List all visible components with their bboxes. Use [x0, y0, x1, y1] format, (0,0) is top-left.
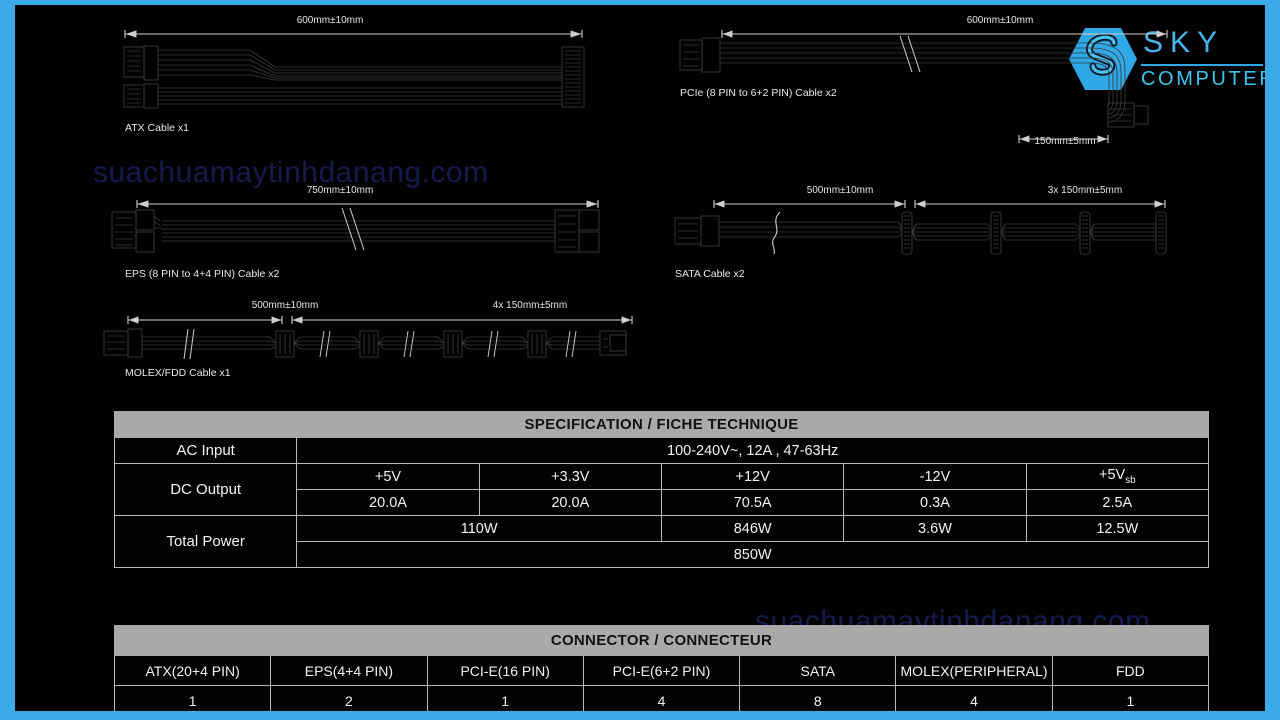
- rail-power: 3.6W: [843, 515, 1027, 542]
- dimension-label: 150mm±5mm: [1034, 136, 1096, 147]
- connector-table-title: CONNECTOR / CONNECTEUR: [114, 625, 1209, 656]
- rail-name: +3.3V: [478, 463, 662, 490]
- cable-label: PCIe (8 PIN to 6+2 PIN) Cable x2: [680, 87, 837, 99]
- connector-table-header-row: CONNECTOR / CONNECTEUR: [114, 625, 1209, 656]
- spec-row-ac-input: AC Input 100-240V~, 12A , 47-63Hz: [113, 437, 1209, 464]
- cable-label: ATX Cable x1: [125, 122, 189, 134]
- molex-fdd-cable-drawing: [103, 316, 633, 360]
- rail-current: 20.0A: [478, 489, 662, 516]
- rail-name-main: +5V: [1099, 467, 1126, 484]
- cable-diagram-atx: 600mm±10mm ATX Cable x1: [100, 10, 620, 135]
- connector-count: 4: [895, 685, 1053, 711]
- connector-column-header: PCI-E(6+2 PIN): [582, 655, 741, 686]
- rail-current: 0.3A: [843, 489, 1027, 516]
- cable-diagram-molex-fdd: 500mm±10mm 4x 150mm±5mm MOLEX/FDD Cable …: [100, 295, 670, 395]
- connector-column-header: FDD: [1051, 655, 1210, 686]
- total-power-label: Total Power: [113, 515, 298, 568]
- connector-count: 1: [113, 685, 272, 711]
- spec-row-rail-power: Total Power 110W 846W 3.6W 12.5W: [113, 515, 1210, 568]
- cable-diagram-pcie: 600mm±10mm PCIe (8 PIN to 6+2 PIN) Cable…: [670, 10, 1210, 155]
- connector-count: 1: [426, 685, 584, 711]
- spec-row-dc-rails: DC Output +5V +3.3V +12V -12V +5Vsb: [113, 463, 1210, 516]
- cable-label: SATA Cable x2: [675, 268, 745, 280]
- connector-column-header: PCI-E(16 PIN): [426, 655, 584, 686]
- rail-power: 12.5W: [1025, 515, 1210, 542]
- connector-count: 8: [739, 685, 897, 711]
- connector-column-header: SATA: [739, 655, 897, 686]
- grand-total-power-value: 850W: [296, 541, 1209, 568]
- connector-count: 4: [582, 685, 741, 711]
- connector-column-header: MOLEX(PERIPHERAL): [895, 655, 1053, 686]
- atx-cable-drawing: [123, 30, 585, 109]
- connector-count: 2: [270, 685, 428, 711]
- spec-table-title: SPECIFICATION / FICHE TECHNIQUE: [114, 411, 1209, 438]
- connector-column-header: ATX(20+4 PIN): [113, 655, 272, 686]
- rail-name: +12V: [660, 463, 845, 490]
- connector-count: 1: [1051, 685, 1210, 711]
- rail-current: 2.5A: [1025, 489, 1210, 516]
- rail-current: 70.5A: [660, 489, 845, 516]
- cable-diagram-sata: 500mm±10mm 3x 150mm±5mm SATA Cable x2: [670, 180, 1190, 285]
- dc-output-label: DC Output: [113, 463, 298, 516]
- rail-name: +5V: [296, 463, 480, 490]
- cable-label: MOLEX/FDD Cable x1: [125, 367, 231, 379]
- cable-label: EPS (8 PIN to 4+4 PIN) Cable x2: [125, 268, 280, 280]
- sata-cable-drawing: [674, 200, 1167, 255]
- cable-diagram-eps: 750mm±10mm EPS (8 PIN to 4+4 PIN) Cable …: [100, 180, 620, 285]
- spec-table-header-row: SPECIFICATION / FICHE TECHNIQUE: [114, 411, 1209, 438]
- ac-input-label: AC Input: [113, 437, 298, 464]
- rail-power: 846W: [660, 515, 845, 542]
- connector-counts-row: 1 2 1 4 8 4 1: [113, 685, 1210, 711]
- connector-table: CONNECTOR / CONNECTEUR ATX(20+4 PIN) EPS…: [113, 625, 1210, 711]
- rail-current: 20.0A: [296, 489, 480, 516]
- specification-table: SPECIFICATION / FICHE TECHNIQUE AC Input…: [113, 411, 1210, 568]
- ac-input-value: 100-240V~, 12A , 47-63Hz: [296, 437, 1209, 464]
- pcie-cable-drawing: [679, 30, 1168, 143]
- blue-page-frame: suachuamaytinhdanang.com suachuamaytinhd…: [0, 0, 1280, 720]
- rail-name: +5Vsb: [1025, 463, 1210, 490]
- rail-name: -12V: [843, 463, 1027, 490]
- connector-column-header: EPS(4+4 PIN): [270, 655, 428, 686]
- connector-columns-row: ATX(20+4 PIN) EPS(4+4 PIN) PCI-E(16 PIN)…: [113, 655, 1210, 686]
- datasheet-canvas: suachuamaytinhdanang.com suachuamaytinhd…: [15, 5, 1265, 711]
- rail-name-subscript: sb: [1125, 474, 1136, 486]
- combined-power-value: 110W: [296, 515, 662, 542]
